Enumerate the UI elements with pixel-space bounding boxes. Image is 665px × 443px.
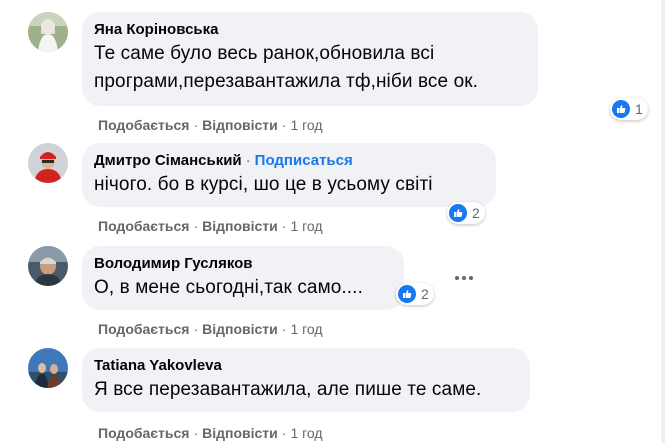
- follow-link[interactable]: Подписаться: [255, 152, 353, 169]
- like-button[interactable]: Подобається: [98, 321, 189, 337]
- avatar[interactable]: [28, 143, 68, 183]
- like-icon: [449, 204, 467, 222]
- comment-bubble: Дмитро Сіманський · Подписаться нічого. бо…: [82, 143, 496, 207]
- reaction-count: 1: [635, 101, 643, 117]
- scrollbar[interactable]: [661, 0, 665, 443]
- comment-text: Те саме було весь ранок,обновила всі про…: [94, 43, 479, 92]
- avatar[interactable]: [28, 12, 68, 52]
- like-button[interactable]: Подобається: [98, 218, 189, 234]
- like-icon: [612, 100, 630, 118]
- author-name[interactable]: Володимир Гусляков: [94, 255, 253, 272]
- author-name[interactable]: Яна Коріновська: [94, 21, 218, 38]
- comment-text: нічого. бо в курсі, шо це в усьому світі: [94, 174, 433, 195]
- reaction-count-badge[interactable]: 2: [447, 202, 485, 224]
- reply-button[interactable]: Відповісти: [202, 218, 278, 234]
- avatar[interactable]: [28, 348, 68, 388]
- comment-bubble: Tatiana Yakovleva Я все перезавантажила,…: [82, 348, 530, 412]
- like-icon: [398, 285, 416, 303]
- reaction-count-badge[interactable]: 2: [396, 283, 434, 305]
- reaction-count-badge[interactable]: 1: [610, 98, 648, 120]
- comment-text: Я все перезавантажила, але пише те саме.: [94, 379, 482, 400]
- reaction-count: 2: [472, 205, 480, 221]
- comment-bubble: Володимир Гусляков О, в мене сьогодні,та…: [82, 246, 404, 310]
- like-button[interactable]: Подобається: [98, 117, 189, 133]
- avatar[interactable]: [28, 246, 68, 286]
- timestamp[interactable]: 1 год: [290, 425, 322, 441]
- timestamp[interactable]: 1 год: [290, 117, 322, 133]
- author-name[interactable]: Дмитро Сіманський: [94, 152, 242, 169]
- comment-bubble: Яна Коріновська Те саме було весь ранок,…: [82, 12, 538, 106]
- reply-button[interactable]: Відповісти: [202, 425, 278, 441]
- reply-button[interactable]: Відповісти: [202, 321, 278, 337]
- more-dots-icon: [455, 276, 459, 280]
- comment-text: О, в мене сьогодні,так само....: [94, 277, 363, 298]
- reaction-count: 2: [421, 286, 429, 302]
- like-button[interactable]: Подобається: [98, 425, 189, 441]
- timestamp[interactable]: 1 год: [290, 321, 322, 337]
- timestamp[interactable]: 1 год: [290, 218, 322, 234]
- author-name[interactable]: Tatiana Yakovleva: [94, 357, 222, 374]
- reply-button[interactable]: Відповісти: [202, 117, 278, 133]
- more-options-button[interactable]: [449, 268, 479, 288]
